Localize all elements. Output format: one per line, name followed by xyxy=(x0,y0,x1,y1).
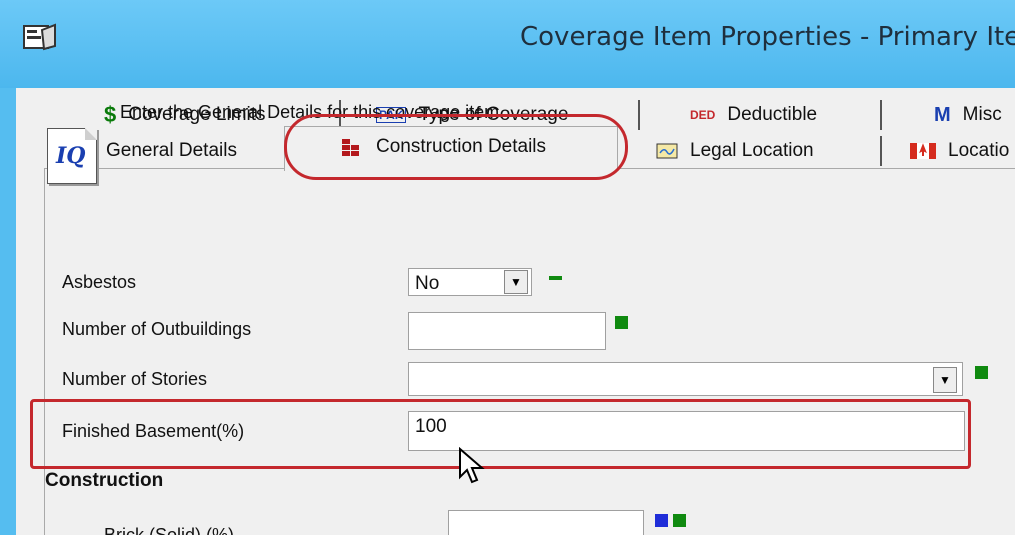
mouse-pointer-icon xyxy=(459,447,485,484)
canada-flag-icon xyxy=(910,143,936,159)
finished-basement-label: Finished Basement(%) xyxy=(62,421,245,441)
tab-panel xyxy=(44,168,1015,535)
construction-section-heading: Construction xyxy=(45,470,164,491)
asbestos-indicator xyxy=(549,276,562,280)
brick-solid-label: Brick (Solid) (%) xyxy=(104,525,235,535)
dollar-icon: $ xyxy=(104,102,117,127)
outbuildings-label: Number of Outbuildings xyxy=(62,319,252,339)
tab-misc[interactable]: M Misc xyxy=(934,100,1015,130)
m-icon: M xyxy=(934,103,951,126)
tab-general-details[interactable]: General Details xyxy=(70,136,294,166)
window-frame xyxy=(0,88,16,535)
chevron-down-icon: ▼ xyxy=(939,373,951,387)
chevron-down-icon: ▼ xyxy=(510,275,522,289)
properties-window-icon[interactable] xyxy=(22,22,58,52)
iq-document-icon: IQ xyxy=(47,128,97,184)
outbuildings-input[interactable] xyxy=(408,312,606,350)
asbestos-label: Asbestos xyxy=(62,272,137,292)
finished-basement-input[interactable]: 100 xyxy=(408,411,965,451)
title-bar[interactable]: Coverage Item Properties - Primary Ite xyxy=(0,0,1015,88)
stories-dropdown-button[interactable]: ▼ xyxy=(933,367,957,393)
properties-window: Coverage Item Properties - Primary Ite $… xyxy=(0,0,1015,535)
tab-construction-details[interactable]: Construction Details xyxy=(340,132,590,162)
iq-logo-text: IQ xyxy=(56,143,86,169)
asbestos-dropdown-button[interactable]: ▼ xyxy=(504,270,528,294)
stories-label: Number of Stories xyxy=(62,369,208,389)
page-fold xyxy=(85,128,97,140)
stories-indicator xyxy=(975,366,988,379)
stories-select[interactable] xyxy=(408,362,963,396)
asbestos-value: No xyxy=(415,273,440,294)
map-icon xyxy=(656,143,678,159)
brick-blue-indicator xyxy=(655,514,668,527)
tab-legal-location[interactable]: Legal Location xyxy=(656,136,882,166)
brick-green-indicator xyxy=(673,514,686,527)
brick-solid-input[interactable] xyxy=(448,510,644,535)
outbuildings-indicator xyxy=(615,316,628,329)
ded-icon: DED xyxy=(690,108,716,122)
bricks-icon xyxy=(342,139,359,156)
info-text: Enter the General Details for this cover… xyxy=(120,102,505,122)
tab-location[interactable]: Locatio xyxy=(910,136,1015,166)
tab-deductible[interactable]: DED Deductible xyxy=(690,100,882,130)
window-title: Coverage Item Properties - Primary Ite xyxy=(520,22,1015,52)
